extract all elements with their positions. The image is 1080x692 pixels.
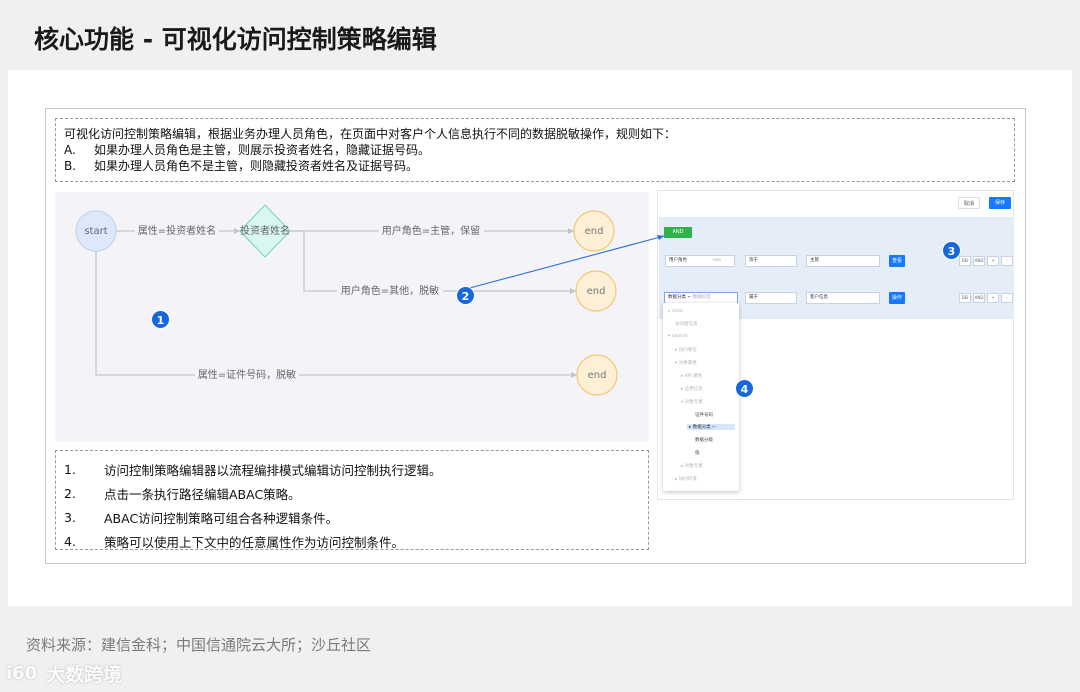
rule-a-text: 如果办理人员角色是主管，则展示投资者姓名，隐藏证据号码。 bbox=[94, 143, 431, 157]
cursor-arrow-icon: ← bbox=[687, 295, 692, 300]
callout-badge-2: 2 bbox=[456, 286, 475, 305]
tree-item[interactable]: ▸ 应用信息 bbox=[681, 386, 703, 392]
condition-field-1-hint: role bbox=[712, 258, 721, 263]
row1-remove-button[interactable]: - bbox=[1001, 256, 1013, 266]
note-number: 3. bbox=[64, 509, 76, 525]
attribute-tree-dropdown: ▸ ctext 访问者信息 ▾ objects ▸ 访问者信 ▾ 对象属性 ▸ … bbox=[663, 303, 739, 491]
row2-del-button[interactable]: DEl bbox=[959, 293, 971, 303]
notes-box: 1. 访问控制策略编辑器以流程编排模式编辑访问控制执行逻辑。 2. 点击一条执行… bbox=[55, 450, 649, 550]
tree-item[interactable]: ▸ 访问环境 bbox=[675, 476, 697, 482]
row2-and-button[interactable]: AND bbox=[973, 293, 985, 303]
condition-field-2-text: 数据分类 bbox=[668, 295, 686, 300]
condition-field-1-text: 用户角色 bbox=[669, 258, 687, 263]
flow-canvas[interactable] bbox=[55, 192, 649, 442]
source-note: 资料来源：建信金科；中国信通院云大所；沙丘社区 bbox=[26, 636, 372, 654]
watermark-logo-icon: i60 bbox=[6, 662, 38, 684]
rule-b: B. 如果办理人员角色不是主管，则隐藏投资者姓名及证据号码。 bbox=[64, 158, 1006, 174]
condition-value-2[interactable]: 客户信息 bbox=[806, 292, 880, 304]
tree-item[interactable]: 值 bbox=[695, 450, 700, 456]
note-number: 1. bbox=[64, 461, 76, 477]
note-number: 2. bbox=[64, 485, 76, 501]
tree-item[interactable]: ▸ API 属性 bbox=[681, 373, 702, 379]
and-tag[interactable]: AND bbox=[664, 227, 692, 238]
condition-op-1[interactable]: 等于 bbox=[745, 255, 797, 267]
note-item: 1. 访问控制策略编辑器以流程编排模式编辑访问控制执行逻辑。 bbox=[64, 457, 638, 481]
watermark: i60 大数跨境 bbox=[6, 660, 122, 687]
tree-item[interactable]: ▾ 对象元素 bbox=[681, 399, 703, 405]
cancel-button[interactable]: 取消 bbox=[958, 197, 980, 209]
tree-item[interactable]: ▾ 对象属性 bbox=[675, 360, 697, 366]
cursor-arrow-icon: ← bbox=[712, 425, 716, 430]
tree-item[interactable]: 访问者信息 bbox=[675, 321, 698, 327]
note-item: 3. ABAC访问控制策略可组合各种逻辑条件。 bbox=[64, 505, 638, 529]
rule-b-key: B. bbox=[64, 159, 77, 173]
condition-op-2[interactable]: 属于 bbox=[745, 292, 797, 304]
row1-del-button[interactable]: DEl bbox=[959, 256, 971, 266]
watermark-text: 大数跨境 bbox=[46, 664, 123, 686]
callout-badge-4: 4 bbox=[735, 379, 754, 398]
rule-a: A. 如果办理人员角色是主管，则展示投资者姓名，隐藏证据号码。 bbox=[64, 142, 1006, 158]
rule-b-text: 如果办理人员角色不是主管，则隐藏投资者姓名及证据号码。 bbox=[94, 159, 419, 173]
tree-item[interactable]: 数据分级 bbox=[695, 437, 713, 443]
callout-badge-3: 3 bbox=[942, 241, 961, 260]
condition-field-2-hint: 数据标签 bbox=[692, 295, 711, 300]
note-number: 4. bbox=[64, 533, 76, 549]
row1-add-button[interactable]: + bbox=[987, 256, 999, 266]
note-text: ABAC访问控制策略可组合各种逻辑条件。 bbox=[104, 510, 339, 526]
note-text: 访问控制策略编辑器以流程编排模式编辑访问控制执行逻辑。 bbox=[104, 462, 442, 478]
note-item: 4. 策略可以使用上下文中的任意属性作为访问控制条件。 bbox=[64, 529, 638, 553]
tree-item[interactable]: ▾ objects bbox=[668, 334, 688, 339]
rules-box: 可视化访问控制策略编辑，根据业务办理人员角色，在页面中对客户个人信息执行不同的数… bbox=[55, 118, 1015, 182]
note-item: 2. 点击一条执行路径编辑ABAC策略。 bbox=[64, 481, 638, 505]
condition-action-2[interactable]: 操作 bbox=[889, 292, 905, 304]
save-button[interactable]: 保存 bbox=[989, 197, 1011, 209]
note-text: 点击一条执行路径编辑ABAC策略。 bbox=[104, 486, 301, 502]
row2-add-button[interactable]: + bbox=[987, 293, 999, 303]
tree-item[interactable]: ▸ ctext bbox=[668, 309, 683, 314]
tree-item-selected[interactable]: ▸ 数据分类 ← bbox=[687, 424, 735, 430]
condition-value-1[interactable]: 主管 bbox=[806, 255, 880, 267]
rules-intro: 可视化访问控制策略编辑，根据业务办理人员角色，在页面中对客户个人信息执行不同的数… bbox=[64, 127, 677, 141]
row1-and-button[interactable]: AND bbox=[973, 256, 985, 266]
condition-action-1[interactable]: 查看 bbox=[889, 255, 905, 267]
row2-remove-button[interactable]: - bbox=[1001, 293, 1013, 303]
rule-a-key: A. bbox=[64, 143, 76, 157]
tree-item[interactable]: 证件号码 bbox=[695, 412, 713, 418]
note-text: 策略可以使用上下文中的任意属性作为访问控制条件。 bbox=[104, 534, 405, 550]
tree-item[interactable]: ▸ 访问者信 bbox=[675, 347, 697, 353]
condition-field-1[interactable]: 用户角色 role bbox=[665, 255, 735, 267]
page-title: 核心功能 - 可视化访问控制策略编辑 bbox=[34, 25, 437, 54]
callout-badge-1: 1 bbox=[151, 310, 170, 329]
tree-item[interactable]: ▸ 对象元素 bbox=[681, 463, 703, 469]
